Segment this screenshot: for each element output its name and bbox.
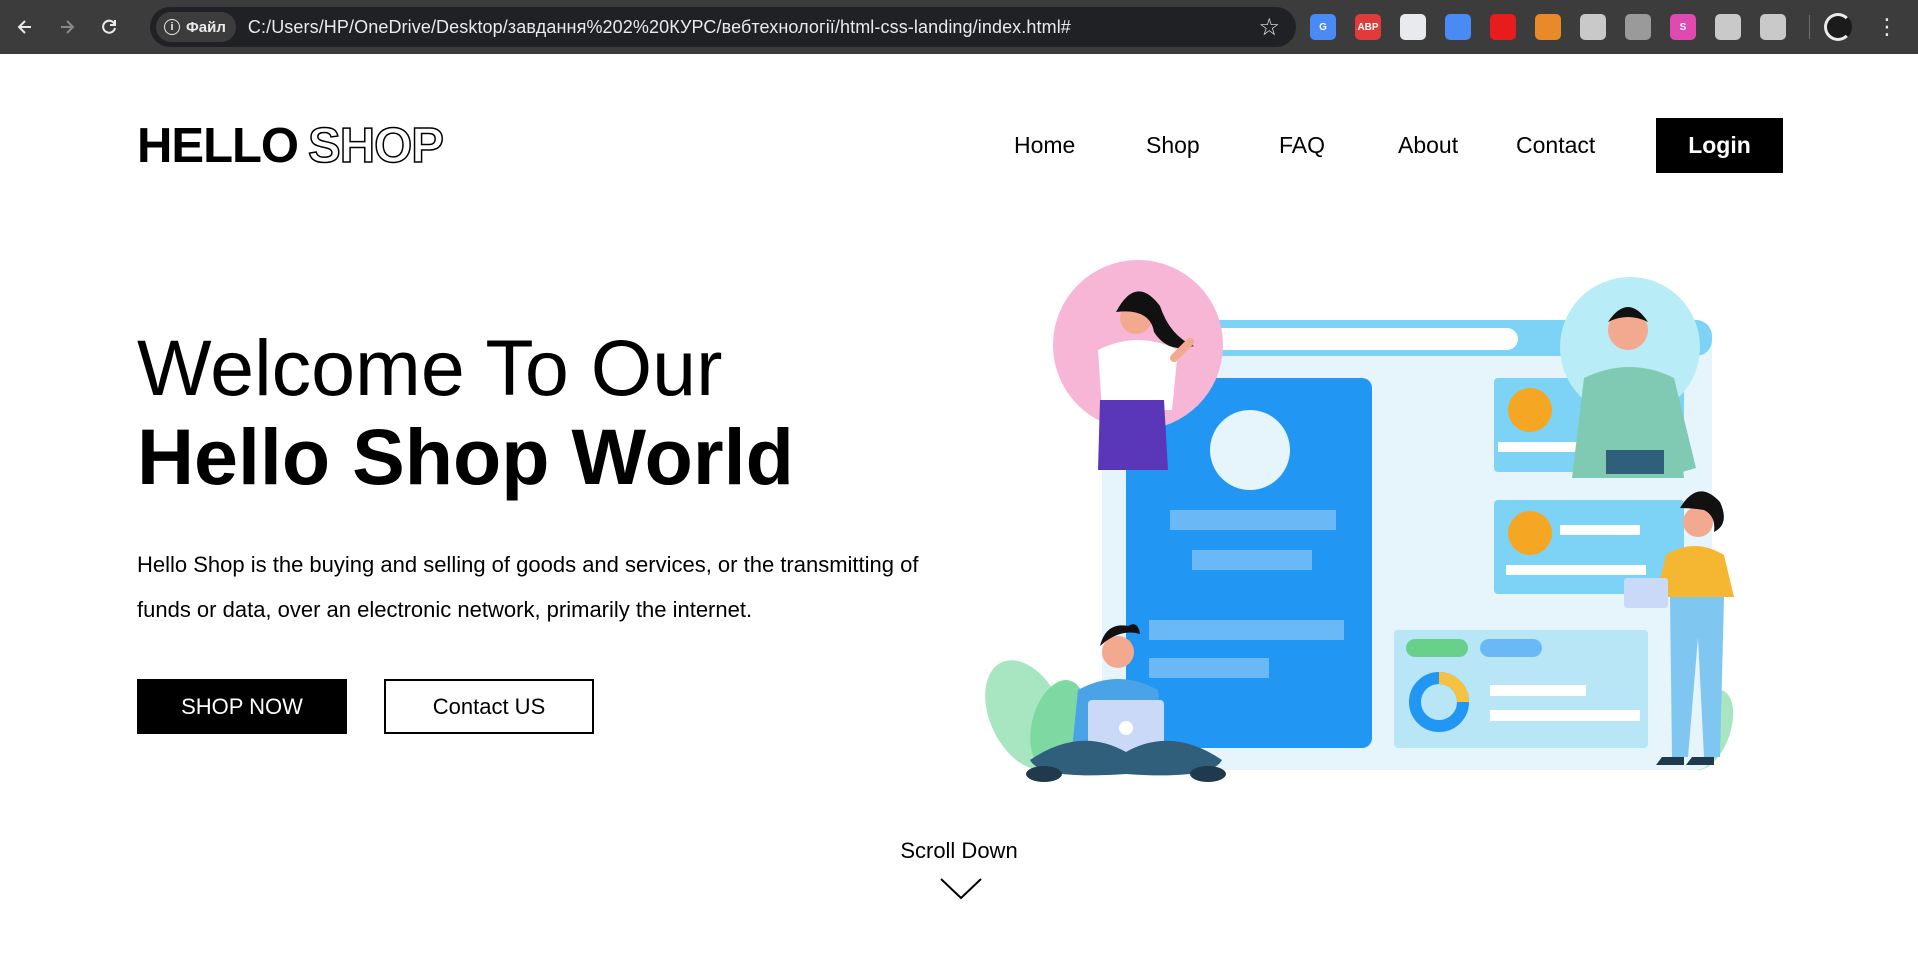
site-info-chip[interactable]: i Файл bbox=[156, 12, 236, 42]
extensions-bar: G ABP S ⋮ bbox=[1310, 10, 1898, 44]
bookmark-star-icon[interactable]: ☆ bbox=[1258, 13, 1280, 42]
toolbar-divider bbox=[1809, 15, 1810, 39]
nav-about[interactable]: About bbox=[1398, 132, 1458, 159]
arrow-right-icon bbox=[61, 20, 75, 34]
hero-description: Hello Shop is the buying and selling of … bbox=[137, 552, 919, 622]
forward-button[interactable] bbox=[50, 10, 84, 44]
contact-us-button[interactable]: Contact US bbox=[384, 679, 594, 734]
arrow-left-icon bbox=[17, 20, 31, 34]
picture-in-picture-icon[interactable] bbox=[1400, 14, 1426, 40]
hero-illustration bbox=[985, 260, 1734, 782]
chevron-down-icon[interactable] bbox=[939, 876, 983, 902]
reload-icon bbox=[102, 19, 116, 34]
shop-now-button[interactable]: SHOP NOW bbox=[137, 679, 347, 734]
url-text[interactable]: C:/Users/HP/OneDrive/Desktop/завдання%20… bbox=[248, 17, 1071, 38]
octocat-icon[interactable] bbox=[1580, 14, 1606, 40]
s-extension-icon[interactable]: S bbox=[1670, 14, 1696, 40]
translate-extension-icon[interactable]: G bbox=[1310, 14, 1336, 40]
nav-home[interactable]: Home bbox=[1014, 132, 1075, 159]
browser-menu-icon[interactable]: ⋮ bbox=[1876, 16, 1898, 38]
extensions-puzzle-icon[interactable] bbox=[1760, 14, 1786, 40]
nav-shop[interactable]: Shop bbox=[1146, 132, 1200, 159]
address-bar[interactable]: i Файл C:/Users/HP/OneDrive/Desktop/завд… bbox=[150, 7, 1296, 47]
fox-extension-icon[interactable] bbox=[1535, 14, 1561, 40]
logo-bold-text: HELLO bbox=[137, 119, 299, 173]
profile-avatar[interactable] bbox=[1824, 13, 1852, 41]
browser-toolbar: i Файл C:/Users/HP/OneDrive/Desktop/завд… bbox=[0, 0, 1918, 54]
screen-record-icon[interactable] bbox=[1445, 14, 1471, 40]
site-logo[interactable]: HELLO SHOP bbox=[137, 118, 445, 174]
logo-outline-text: SHOP bbox=[307, 118, 444, 174]
reload-button[interactable] bbox=[92, 10, 126, 44]
nav-contact[interactable]: Contact bbox=[1516, 132, 1595, 159]
crop-icon[interactable] bbox=[1715, 14, 1741, 40]
nav-faq[interactable]: FAQ bbox=[1279, 132, 1325, 159]
red-stop-icon[interactable] bbox=[1490, 14, 1516, 40]
hero-title-line1: Welcome To Our bbox=[137, 323, 723, 412]
adblock-plus-icon[interactable]: ABP bbox=[1355, 14, 1381, 40]
crossed-tool-icon[interactable] bbox=[1625, 14, 1651, 40]
file-chip-label: Файл bbox=[186, 18, 226, 36]
man-standing-illustration bbox=[1560, 277, 1700, 478]
login-button[interactable]: Login bbox=[1656, 118, 1783, 173]
scroll-down-label[interactable]: Scroll Down bbox=[0, 838, 1918, 864]
hero-title-line2: Hello Shop World bbox=[137, 412, 794, 501]
back-button[interactable] bbox=[8, 10, 42, 44]
info-icon: i bbox=[164, 19, 180, 35]
